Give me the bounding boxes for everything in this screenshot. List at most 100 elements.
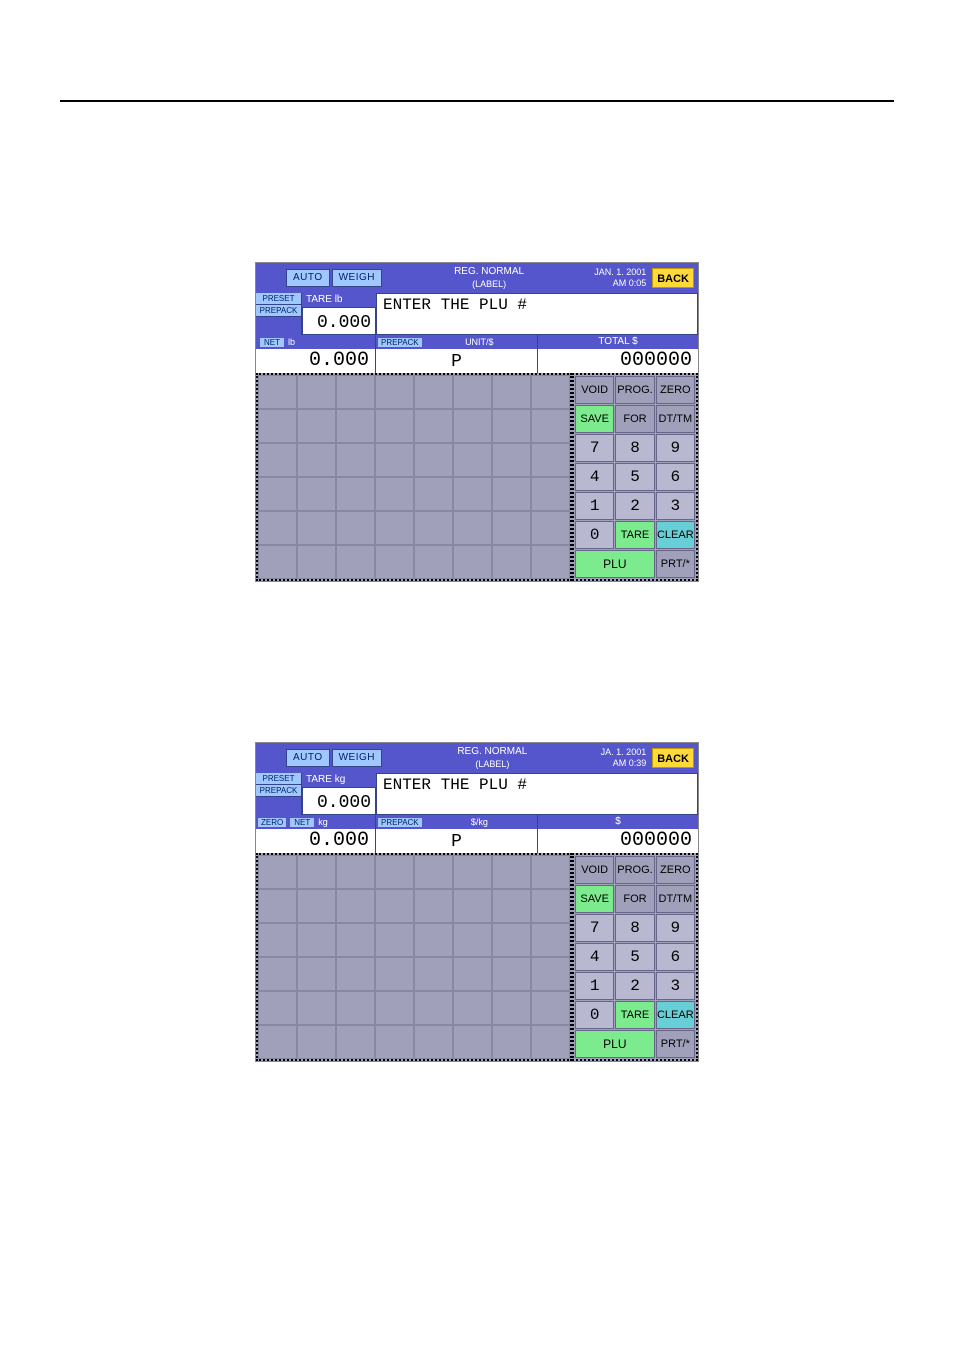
for-key[interactable]: FOR [615, 885, 654, 913]
save-key[interactable]: SAVE [575, 405, 614, 433]
net-pill: NET [260, 338, 284, 347]
tare-box: TARE kg 0.000 [302, 773, 376, 815]
key-2[interactable]: 2 [615, 492, 654, 520]
dttm-key[interactable]: DT/TM [656, 405, 695, 433]
tare-value: 0.000 [302, 307, 376, 335]
prt-key[interactable]: PRT/* [656, 550, 695, 578]
preset-key-grid[interactable] [256, 373, 572, 581]
tare-key[interactable]: TARE [615, 1001, 654, 1029]
weigh-button[interactable]: WEIGH [332, 749, 382, 767]
zero-pill: ZERO [258, 818, 286, 827]
unit-price-box: PREPACK $/kg P [376, 815, 538, 853]
key-4[interactable]: 4 [575, 943, 614, 971]
net-unit: lb [288, 337, 295, 347]
key-3[interactable]: 3 [656, 492, 695, 520]
date-text: JA. 1. 2001 [601, 747, 647, 758]
plu-key[interactable]: PLU [575, 1030, 655, 1058]
scale-screen-kg: AUTO WEIGH REG. NORMAL (LABEL) JA. 1. 20… [255, 742, 699, 1062]
datetime-label: JA. 1. 2001 AM 0:39 [601, 747, 647, 769]
prog-key[interactable]: PROG. [615, 856, 654, 884]
key-1[interactable]: 1 [575, 492, 614, 520]
auto-button[interactable]: AUTO [286, 749, 330, 767]
zero-key[interactable]: ZERO [656, 376, 695, 404]
date-text: JAN. 1. 2001 [594, 267, 646, 278]
key-5[interactable]: 5 [615, 463, 654, 491]
dttm-key[interactable]: DT/TM [656, 885, 695, 913]
key-0[interactable]: 0 [575, 1001, 614, 1029]
total-value: 000000 [538, 349, 698, 373]
key-5[interactable]: 5 [615, 943, 654, 971]
key-6[interactable]: 6 [656, 463, 695, 491]
back-button[interactable]: BACK [652, 748, 694, 768]
total-value: 000000 [538, 829, 698, 853]
prepack-pill: PREPACK [256, 305, 301, 317]
numeric-keypad: VOID PROG. ZERO SAVE FOR DT/TM 7 8 9 4 5… [572, 373, 698, 581]
tare-label: TARE kg [302, 773, 376, 787]
tare-box: TARE lb 0.000 [302, 293, 376, 335]
plu-prompt: ENTER THE PLU # [377, 774, 697, 796]
net-unit: kg [318, 817, 328, 827]
key-2[interactable]: 2 [615, 972, 654, 1000]
plu-key[interactable]: PLU [575, 550, 655, 578]
back-button[interactable]: BACK [652, 268, 694, 288]
numeric-keypad: VOID PROG. ZERO SAVE FOR DT/TM 7 8 9 4 5… [572, 853, 698, 1061]
void-key[interactable]: VOID [575, 856, 614, 884]
net-weight-box: ZERO NET kg 0.000 [256, 815, 376, 853]
preset-key-grid[interactable] [256, 853, 572, 1061]
datetime-label: JAN. 1. 2001 AM 0:05 [594, 267, 646, 289]
reg-line2: (LABEL) [384, 278, 594, 290]
scale-screen-lb: AUTO WEIGH REG. NORMAL (LABEL) JAN. 1. 2… [255, 262, 699, 582]
header-bar: AUTO WEIGH REG. NORMAL (LABEL) JA. 1. 20… [256, 743, 698, 773]
total-price-box: $ 000000 [538, 815, 698, 853]
preset-prepack-col: PRESET PREPACK [256, 773, 302, 815]
time-text: AM 0:39 [601, 758, 647, 769]
key-6[interactable]: 6 [656, 943, 695, 971]
total-label: $ [538, 815, 698, 829]
save-key[interactable]: SAVE [575, 885, 614, 913]
plu-prompt: ENTER THE PLU # [377, 294, 697, 316]
total-label: TOTAL $ [538, 335, 698, 349]
page-divider [60, 100, 894, 102]
reg-line2: (LABEL) [384, 758, 601, 770]
prog-key[interactable]: PROG. [615, 376, 654, 404]
unit-price-label: $/kg [422, 817, 537, 827]
clear-key[interactable]: CLEAR [656, 521, 695, 549]
void-key[interactable]: VOID [575, 376, 614, 404]
preset-prepack-col: PRESET PREPACK [256, 293, 302, 335]
preset-pill: PRESET [256, 773, 301, 785]
prepack-pill-2: PREPACK [378, 818, 422, 827]
register-mode-label: REG. NORMAL (LABEL) [384, 746, 601, 770]
reg-line1: REG. NORMAL [457, 746, 527, 757]
unit-price-label: UNIT/$ [422, 337, 537, 347]
tare-value: 0.000 [302, 787, 376, 815]
zero-key[interactable]: ZERO [656, 856, 695, 884]
weigh-button[interactable]: WEIGH [332, 269, 382, 287]
register-mode-label: REG. NORMAL (LABEL) [384, 266, 594, 290]
key-0[interactable]: 0 [575, 521, 614, 549]
plu-message-area: ENTER THE PLU # [376, 773, 698, 815]
for-key[interactable]: FOR [615, 405, 654, 433]
key-8[interactable]: 8 [615, 434, 654, 462]
tare-key[interactable]: TARE [615, 521, 654, 549]
key-7[interactable]: 7 [575, 434, 614, 462]
total-price-box: TOTAL $ 000000 [538, 335, 698, 373]
unit-price-value: P [376, 349, 537, 373]
key-9[interactable]: 9 [656, 434, 695, 462]
prepack-pill: PREPACK [256, 785, 301, 797]
key-7[interactable]: 7 [575, 914, 614, 942]
plu-message-area: ENTER THE PLU # [376, 293, 698, 335]
net-weight-box: NET lb 0.000 [256, 335, 376, 373]
prt-key[interactable]: PRT/* [656, 1030, 695, 1058]
key-9[interactable]: 9 [656, 914, 695, 942]
clear-key[interactable]: CLEAR [656, 1001, 695, 1029]
prepack-pill-2: PREPACK [378, 338, 422, 347]
auto-button[interactable]: AUTO [286, 269, 330, 287]
reg-line1: REG. NORMAL [454, 266, 524, 277]
key-1[interactable]: 1 [575, 972, 614, 1000]
tare-label: TARE lb [302, 293, 376, 307]
key-3[interactable]: 3 [656, 972, 695, 1000]
unit-price-box: PREPACK UNIT/$ P [376, 335, 538, 373]
key-4[interactable]: 4 [575, 463, 614, 491]
key-8[interactable]: 8 [615, 914, 654, 942]
time-text: AM 0:05 [594, 278, 646, 289]
